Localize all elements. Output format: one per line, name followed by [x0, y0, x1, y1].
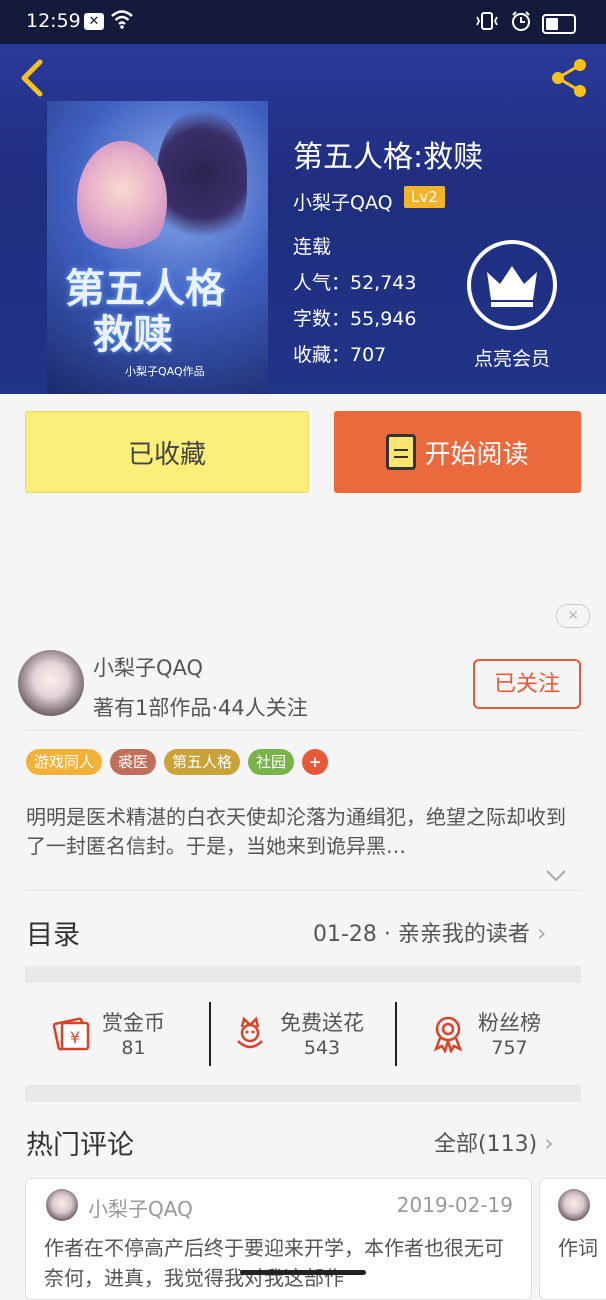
close-ad-button[interactable]: ✕	[556, 604, 590, 628]
back-button[interactable]	[18, 58, 46, 104]
alarm-icon	[510, 10, 532, 37]
chevron-right-icon: ›	[536, 919, 547, 947]
collected-button[interactable]: 已收藏	[25, 411, 309, 493]
add-tag-button[interactable]: +	[302, 749, 329, 775]
book-title: 第五人格:救赎	[293, 140, 484, 175]
expand-icon[interactable]	[545, 864, 567, 888]
wifi-icon	[110, 8, 134, 35]
chevron-right-icon: ›	[544, 1129, 554, 1157]
stat-label: 粉丝榜	[478, 1011, 541, 1035]
section-separator	[25, 966, 581, 983]
all-comments-link[interactable]: 全部(113) ›	[434, 1126, 554, 1158]
vibrate-icon	[474, 11, 500, 36]
tag-list: 游戏同人 裘医 第五人格 社园 +	[26, 749, 329, 775]
author-avatar[interactable]	[18, 650, 84, 716]
directory-latest[interactable]: 01-28 · 亲亲我的读者 ›	[313, 916, 547, 948]
comment-card[interactable]: 作词	[539, 1178, 606, 1300]
tag-item[interactable]: 游戏同人	[26, 749, 103, 775]
comment-date: 2019-02-19	[396, 1193, 513, 1217]
author-info: 著有1部作品·44人关注	[93, 696, 308, 720]
vip-button[interactable]	[467, 240, 557, 330]
share-button[interactable]	[548, 56, 592, 100]
divider	[25, 730, 581, 731]
share-icon	[552, 59, 586, 97]
comment-text: 作词	[558, 1236, 598, 1260]
back-arrow-icon	[21, 59, 43, 97]
status-time: 12:59	[26, 10, 81, 32]
tag-item[interactable]: 社园	[248, 749, 295, 775]
start-reading-button[interactable]: 开始阅读	[334, 411, 581, 493]
book-favorites: 收藏：707	[293, 344, 387, 366]
commenter-avatar[interactable]	[558, 1189, 590, 1221]
stat-value: 757	[491, 1037, 528, 1059]
commenter-name[interactable]: 小梨子QAQ	[88, 1193, 193, 1222]
home-indicator[interactable]	[240, 1270, 366, 1275]
divider	[25, 890, 581, 891]
reward-coins-text: 赏金币 81	[102, 1007, 165, 1059]
start-reading-label: 开始阅读	[424, 439, 529, 470]
vip-label[interactable]: 点亮会员	[474, 344, 550, 371]
fan-ranking-text: 粉丝榜 757	[478, 1007, 541, 1059]
collected-label: 已收藏	[127, 439, 206, 470]
free-flowers[interactable]: 免费送花 543	[230, 1003, 364, 1063]
book-author[interactable]: 小梨子QAQ	[293, 188, 393, 215]
stat-label: 赏金币	[102, 1011, 165, 1035]
book-status: 连载	[293, 236, 332, 258]
book-cover[interactable]: 第五人格 救赎 小梨子QAQ作品	[47, 101, 268, 394]
fan-ranking[interactable]: 粉丝榜 757	[428, 1003, 541, 1063]
notification-icon: ✕	[84, 13, 104, 30]
hot-comments-title: 热门评论	[26, 1130, 134, 1161]
free-flowers-text: 免费送花 543	[280, 1007, 364, 1059]
section-separator	[25, 1085, 581, 1102]
divider	[209, 1002, 211, 1066]
status-bar: 12:59 ✕	[0, 0, 606, 44]
directory-latest-label: 01-28 · 亲亲我的读者	[313, 922, 530, 947]
cover-figure	[157, 111, 247, 251]
author-name[interactable]: 小梨子QAQ	[93, 652, 203, 682]
flower-icon	[237, 1016, 263, 1049]
medal-icon	[433, 1016, 463, 1053]
stat-label: 免费送花	[280, 1011, 364, 1035]
all-comments-label: 全部(113)	[434, 1132, 538, 1157]
comment-card[interactable]: 小梨子QAQ 2019-02-19 作者在不停高产后终于要迎来开学，本作者也很无…	[25, 1178, 532, 1300]
book-words: 字数：55,946	[293, 308, 417, 330]
cover-figure	[77, 141, 167, 261]
cover-author: 小梨子QAQ作品	[125, 365, 205, 378]
stat-value: 81	[121, 1037, 146, 1059]
reward-coins[interactable]: ¥ 赏金币 81	[52, 1003, 165, 1063]
status-right	[474, 10, 576, 37]
comment-text: 作者在不停高产后终于要迎来开学，本作者也很无可奈何，进真，我觉得我对我这部作	[44, 1236, 504, 1290]
book-header: 第五人格 救赎 小梨子QAQ作品 第五人格:救赎 小梨子QAQ Lv2 连载 人…	[0, 44, 606, 394]
level-badge: Lv2	[404, 186, 445, 208]
book-popularity: 人气：52,743	[293, 272, 417, 294]
battery-icon	[542, 13, 576, 34]
coin-ticket-icon: ¥	[52, 1017, 90, 1051]
book-description[interactable]: 明明是医术精湛的白衣天使却沦落为通缉犯，绝望之际却收到了一封匿名信封。于是，当她…	[26, 803, 576, 861]
divider	[395, 1002, 397, 1066]
tag-item[interactable]: 裘医	[110, 749, 157, 775]
cover-title: 第五人格 救赎	[65, 265, 225, 358]
book-icon	[386, 434, 417, 470]
crown-icon	[487, 266, 537, 307]
svg-text:¥: ¥	[70, 1028, 80, 1047]
directory-title[interactable]: 目录	[26, 913, 80, 952]
commenter-avatar[interactable]	[46, 1189, 78, 1221]
stat-value: 543	[303, 1037, 341, 1059]
follow-button[interactable]: 已关注	[473, 659, 581, 709]
tag-item[interactable]: 第五人格	[164, 749, 241, 775]
